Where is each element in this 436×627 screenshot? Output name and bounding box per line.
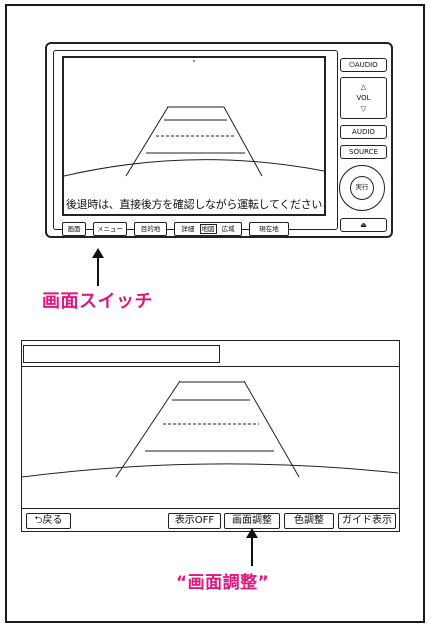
color-adjust-button[interactable]: 色調整 [284,513,334,529]
back-arrow-icon: ⮌ [34,515,43,526]
camera-adjust-screen: ⮌戻る 表示OFF 画面調整 色調整 ガイド表示 [21,340,400,532]
arrow-up-icon [246,528,258,566]
volume-button[interactable]: △ VOL ▽ [340,77,387,119]
volume-up-icon: △ [360,83,367,91]
detail-label: 詳細 [181,225,195,233]
current-location-button[interactable]: 現在地 [249,222,289,236]
volume-down-icon: ▽ [360,105,367,113]
guide-display-button[interactable]: ガイド表示 [338,513,396,529]
head-unit-button-row: 画面 メニュー 目的地 詳細 地図 広域 現在地 [62,222,338,236]
map-scale-button[interactable]: 詳細 地図 広域 [174,222,242,236]
power-audio-button[interactable]: ⏻AUDIO [340,58,387,72]
screen-switch-callout: 画面スイッチ [42,291,153,312]
destination-button[interactable]: 目的地 [134,222,167,236]
divider [22,508,399,509]
screen-button[interactable]: 画面 [62,222,86,236]
wide-label: 広域 [221,225,235,233]
eject-button[interactable]: ⏏ [340,218,387,232]
display-off-button[interactable]: 表示OFF [168,513,221,529]
enter-button[interactable]: 実行 [350,176,374,200]
side-panel: ⏻AUDIO △ VOL ▽ AUDIO SOURCE 実行 ⏏ [338,50,388,233]
volume-label: VOL [356,94,371,102]
arrow-up-icon [92,248,104,286]
head-unit: 後退時は、直接後方を確認しながら運転してください 画面 メニュー 目的地 詳細 … [45,42,393,238]
rear-camera-screen: 後退時は、直接後方を確認しながら運転してください [62,56,326,216]
caution-message: 後退時は、直接後方を確認しながら運転してください [65,198,323,211]
audio-button[interactable]: AUDIO [340,125,387,139]
control-dial[interactable]: 実行 [339,165,385,211]
menu-button[interactable]: メニュー [93,222,127,236]
rear-guide-lines [22,380,398,478]
rear-guide-lines [64,60,324,177]
back-button[interactable]: ⮌戻る [26,513,71,529]
source-button[interactable]: SOURCE [340,145,387,159]
screen-adjust-callout: “画面調整” [176,573,270,593]
map-label: 地図 [199,224,217,234]
back-label: 戻る [42,515,63,526]
screen-adjust-button[interactable]: 画面調整 [224,513,280,529]
